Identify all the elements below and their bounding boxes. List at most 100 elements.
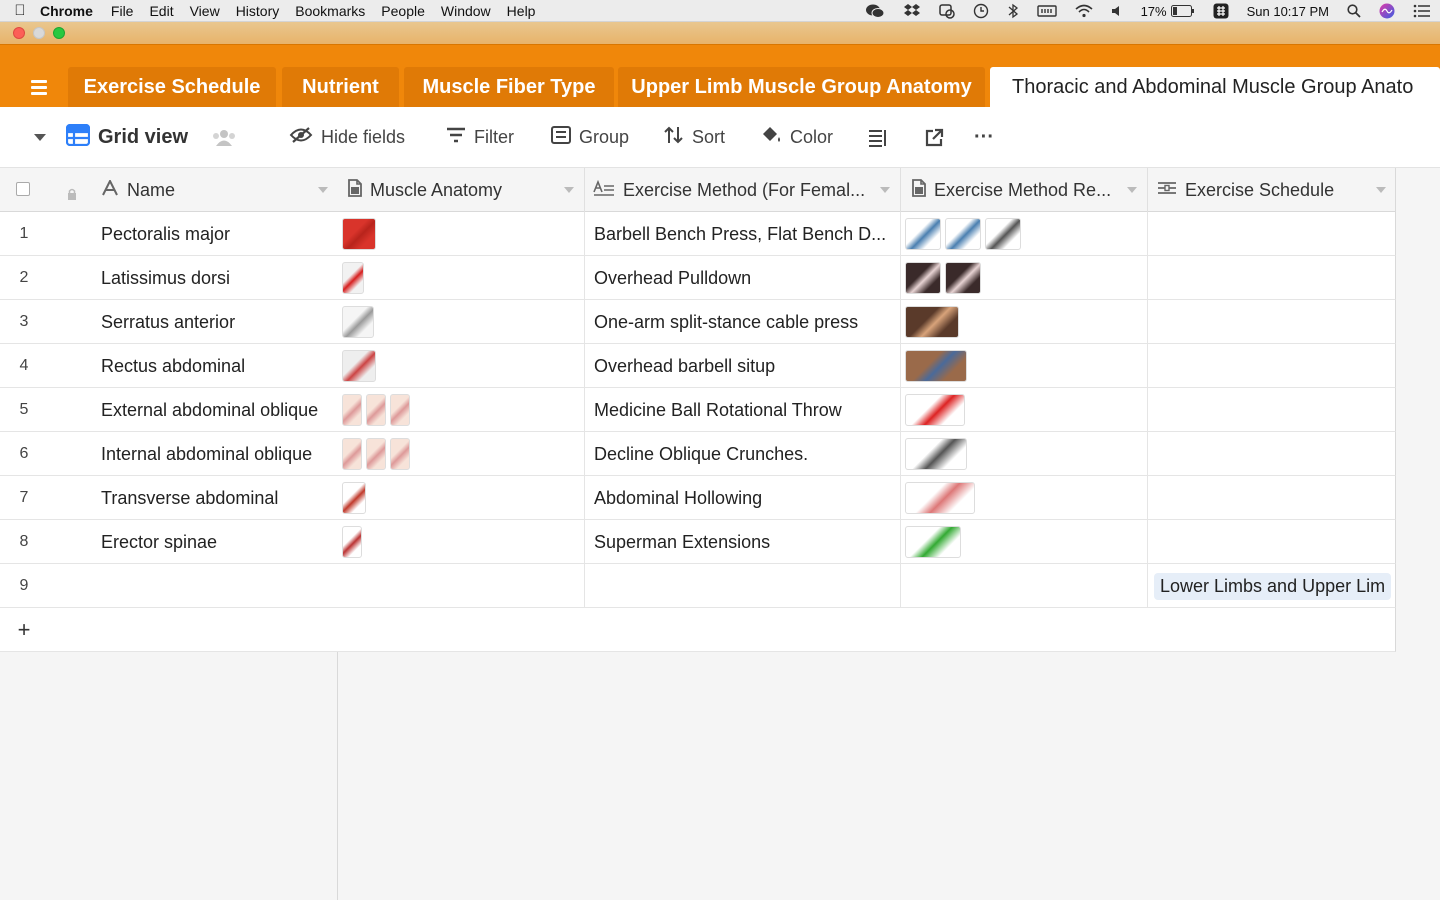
minimize-window-button[interactable] bbox=[33, 27, 45, 39]
cell-name[interactable]: Serratus anterior bbox=[92, 300, 338, 344]
dropbox-icon[interactable] bbox=[903, 3, 921, 19]
clock[interactable]: Sun 10:17 PM bbox=[1247, 4, 1329, 19]
cell-exercise-schedule[interactable] bbox=[1148, 476, 1396, 520]
share-view-icon[interactable] bbox=[924, 107, 944, 168]
cell-muscle-anatomy[interactable] bbox=[338, 256, 585, 300]
cell-method-ref[interactable] bbox=[901, 344, 1148, 388]
cell-method-female[interactable]: Abdominal Hollowing bbox=[585, 476, 901, 520]
add-record-row[interactable]: + bbox=[0, 608, 338, 652]
column-header-exercise-schedule[interactable]: Exercise Schedule bbox=[1148, 168, 1396, 212]
attachment-thumbnail[interactable] bbox=[905, 526, 961, 558]
table-row[interactable]: Overhead barbell situp bbox=[338, 344, 1396, 388]
attachment-thumbnail[interactable] bbox=[905, 394, 965, 426]
attachment-thumbnail[interactable] bbox=[342, 438, 362, 470]
tab-upper-limb-muscle-group-anatomy[interactable]: Upper Limb Muscle Group Anatomy bbox=[618, 67, 985, 108]
cell-name[interactable]: Pectoralis major bbox=[92, 212, 338, 256]
attachment-thumbnail[interactable] bbox=[342, 350, 376, 382]
row-number[interactable]: 8 bbox=[0, 520, 48, 564]
volume-icon[interactable] bbox=[1111, 4, 1123, 18]
tab-thoracic-abdominal-muscle-group[interactable]: Thoracic and Abdominal Muscle Group Anat… bbox=[990, 67, 1440, 108]
cell-name[interactable]: Latissimus dorsi bbox=[92, 256, 338, 300]
cell-name[interactable] bbox=[92, 564, 338, 608]
spotlight-icon[interactable] bbox=[1347, 4, 1361, 18]
menu-view[interactable]: View bbox=[190, 3, 220, 19]
table-row[interactable]: 7 Transverse abdominal bbox=[0, 476, 338, 520]
siri-icon[interactable] bbox=[1379, 3, 1395, 19]
tab-exercise-schedule[interactable]: Exercise Schedule bbox=[68, 67, 276, 108]
attachment-thumbnail[interactable] bbox=[985, 218, 1021, 250]
linked-record-pill[interactable]: Lower Limbs and Upper Lim bbox=[1154, 572, 1392, 600]
attachment-thumbnail[interactable] bbox=[366, 438, 386, 470]
cell-method-female[interactable] bbox=[585, 564, 901, 608]
attachment-thumbnail[interactable] bbox=[342, 306, 374, 338]
group-button[interactable]: Group bbox=[551, 107, 629, 168]
cell-name[interactable]: Rectus abdominal bbox=[92, 344, 338, 388]
screenshot-icon[interactable] bbox=[938, 3, 955, 19]
wifi-icon[interactable] bbox=[1075, 4, 1093, 18]
table-row[interactable]: Overhead Pulldown bbox=[338, 256, 1396, 300]
attachment-thumbnail[interactable] bbox=[342, 526, 362, 558]
tab-nutrient[interactable]: Nutrient bbox=[282, 67, 399, 108]
time-machine-icon[interactable] bbox=[973, 3, 989, 19]
chevron-down-icon[interactable] bbox=[1127, 187, 1137, 193]
menu-edit[interactable]: Edit bbox=[149, 3, 173, 19]
cell-muscle-anatomy[interactable] bbox=[338, 212, 585, 256]
cell-method-female[interactable]: Medicine Ball Rotational Throw bbox=[585, 388, 901, 432]
table-row[interactable]: 8 Erector spinae bbox=[0, 520, 338, 564]
menu-people[interactable]: People bbox=[381, 3, 425, 19]
table-row[interactable]: 3 Serratus anterior bbox=[0, 300, 338, 344]
attachment-thumbnail[interactable] bbox=[390, 438, 410, 470]
cell-method-ref[interactable] bbox=[901, 476, 1148, 520]
cell-name[interactable]: Erector spinae bbox=[92, 520, 338, 564]
table-row[interactable]: Medicine Ball Rotational Throw bbox=[338, 388, 1396, 432]
cell-method-ref[interactable] bbox=[901, 432, 1148, 476]
attachment-thumbnail[interactable] bbox=[342, 262, 364, 294]
row-number[interactable]: 3 bbox=[0, 300, 48, 344]
row-height-icon[interactable] bbox=[868, 107, 888, 168]
cell-method-female[interactable]: Decline Oblique Crunches. bbox=[585, 432, 901, 476]
attachment-thumbnail[interactable] bbox=[342, 218, 376, 250]
table-row[interactable]: 1 Pectoralis major bbox=[0, 212, 338, 256]
column-header-name[interactable]: Name bbox=[92, 168, 338, 212]
add-record-icon[interactable]: + bbox=[0, 608, 48, 652]
cell-method-ref[interactable] bbox=[901, 388, 1148, 432]
menu-history[interactable]: History bbox=[236, 3, 280, 19]
attachment-thumbnail[interactable] bbox=[342, 482, 366, 514]
cell-muscle-anatomy[interactable] bbox=[338, 300, 585, 344]
input-method-icon[interactable] bbox=[1213, 3, 1229, 19]
table-row[interactable]: Superman Extensions bbox=[338, 520, 1396, 564]
table-row[interactable]: Abdominal Hollowing bbox=[338, 476, 1396, 520]
row-number[interactable]: 4 bbox=[0, 344, 48, 388]
column-header-method-ref[interactable]: Exercise Method Re... bbox=[901, 168, 1148, 212]
maximize-window-button[interactable] bbox=[53, 27, 65, 39]
chevron-down-icon[interactable] bbox=[318, 187, 328, 193]
close-window-button[interactable] bbox=[13, 27, 25, 39]
cell-exercise-schedule[interactable] bbox=[1148, 520, 1396, 564]
attachment-thumbnail[interactable] bbox=[905, 306, 959, 338]
cell-method-female[interactable]: Superman Extensions bbox=[585, 520, 901, 564]
attachment-thumbnail[interactable] bbox=[905, 482, 975, 514]
apple-icon[interactable]:  bbox=[0, 2, 40, 19]
menu-app-name[interactable]: Chrome bbox=[40, 3, 93, 19]
bluetooth-icon[interactable] bbox=[1007, 3, 1019, 19]
notification-center-icon[interactable] bbox=[1413, 4, 1431, 18]
menu-window[interactable]: Window bbox=[441, 3, 491, 19]
chevron-down-icon[interactable] bbox=[1376, 187, 1386, 193]
collaborators-icon[interactable] bbox=[212, 107, 236, 168]
cell-method-female[interactable]: One-arm split-stance cable press bbox=[585, 300, 901, 344]
cell-method-female[interactable]: Overhead Pulldown bbox=[585, 256, 901, 300]
cell-method-ref[interactable] bbox=[901, 520, 1148, 564]
table-row[interactable]: 5 External abdominal oblique bbox=[0, 388, 338, 432]
cell-exercise-schedule[interactable] bbox=[1148, 212, 1396, 256]
select-all-checkbox[interactable] bbox=[16, 182, 30, 196]
cell-exercise-schedule[interactable] bbox=[1148, 388, 1396, 432]
table-row[interactable]: 9 bbox=[0, 564, 338, 608]
cell-method-ref[interactable] bbox=[901, 256, 1148, 300]
chevron-down-icon[interactable] bbox=[564, 187, 574, 193]
cell-name[interactable]: Internal abdominal oblique bbox=[92, 432, 338, 476]
table-row[interactable]: Barbell Bench Press, Flat Bench D... bbox=[338, 212, 1396, 256]
column-header-method-female[interactable]: Exercise Method (For Femal... bbox=[585, 168, 901, 212]
menu-help[interactable]: Help bbox=[507, 3, 536, 19]
row-number[interactable]: 9 bbox=[0, 564, 48, 608]
cell-method-female[interactable]: Barbell Bench Press, Flat Bench D... bbox=[585, 212, 901, 256]
